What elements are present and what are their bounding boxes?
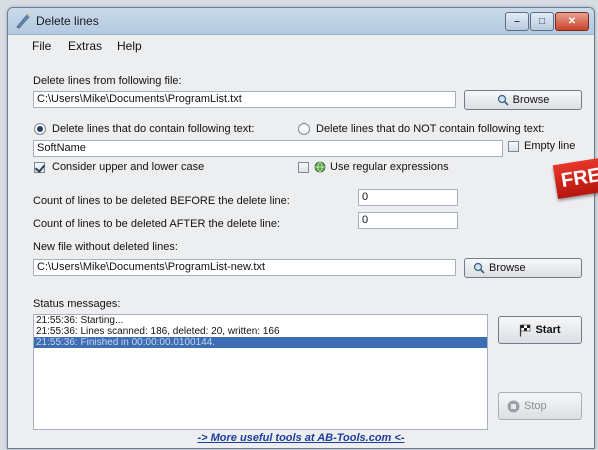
source-file-input[interactable]: C:\Users\Mike\Documents\ProgramList.txt <box>33 91 456 108</box>
empty-line-label: Empty line <box>524 140 576 152</box>
maximize-button[interactable]: □ <box>530 12 554 31</box>
minimize-button[interactable]: – <box>505 12 529 31</box>
start-button[interactable]: Start <box>498 316 582 344</box>
menu-file[interactable]: File <box>32 39 51 53</box>
output-file-input[interactable]: C:\Users\Mike\Documents\ProgramList-new.… <box>33 259 456 276</box>
count-before-label: Count of lines to be deleted BEFORE the … <box>33 195 290 207</box>
empty-line-checkbox[interactable] <box>508 141 519 152</box>
stop-button[interactable]: Stop <box>498 392 582 420</box>
close-button[interactable]: ✕ <box>555 12 589 31</box>
menu-bar: File Extras Help <box>8 35 594 55</box>
source-browse-button[interactable]: Browse <box>464 90 582 110</box>
output-browse-label: Browse <box>489 262 526 274</box>
regex-label: Use regular expressions <box>330 161 449 173</box>
flag-icon <box>520 324 531 337</box>
ab-tools-link[interactable]: -> More useful tools at AB-Tools.com <- <box>8 432 594 444</box>
title-bar[interactable]: Delete lines – □ ✕ <box>8 8 594 35</box>
stop-label: Stop <box>524 400 547 412</box>
radio-not-contain-label: Delete lines that do NOT contain followi… <box>316 123 545 135</box>
radio-contain[interactable] <box>34 123 46 135</box>
search-text-input[interactable]: SoftName <box>33 140 503 157</box>
main-window: Delete lines – □ ✕ File Extras Help Dele… <box>7 7 595 449</box>
status-label: Status messages: <box>33 298 121 310</box>
regex-checkbox[interactable] <box>298 162 309 173</box>
count-after-input[interactable]: 0 <box>358 212 458 229</box>
stop-icon <box>507 400 520 413</box>
count-after-label: Count of lines to be deleted AFTER the d… <box>33 218 281 230</box>
status-messages-list[interactable]: 21:55:36: Starting... 21:55:36: Lines sc… <box>33 314 488 430</box>
status-line-selected: 21:55:36: Finished in 00:00:00.0100144. <box>34 337 487 348</box>
count-before-input[interactable]: 0 <box>358 189 458 206</box>
radio-contain-label: Delete lines that do contain following t… <box>52 123 255 135</box>
app-feather-icon <box>16 14 30 29</box>
status-line: 21:55:36: Starting... <box>36 315 124 326</box>
regex-globe-icon <box>314 161 326 173</box>
source-browse-label: Browse <box>512 94 550 106</box>
magnifier-icon <box>473 262 485 274</box>
menu-extras[interactable]: Extras <box>68 39 102 53</box>
radio-not-contain[interactable] <box>298 123 310 135</box>
output-browse-button[interactable]: Browse <box>464 258 582 278</box>
magnifier-icon <box>497 94 509 106</box>
case-sensitive-checkbox[interactable] <box>34 162 45 173</box>
menu-help[interactable]: Help <box>117 39 142 53</box>
start-label: Start <box>535 324 561 336</box>
case-sensitive-label: Consider upper and lower case <box>52 161 205 173</box>
output-file-label: New file without deleted lines: <box>33 241 178 253</box>
status-line: 21:55:36: Lines scanned: 186, deleted: 2… <box>36 326 280 337</box>
source-file-label: Delete lines from following file: <box>33 75 182 87</box>
window-title: Delete lines <box>36 14 99 28</box>
